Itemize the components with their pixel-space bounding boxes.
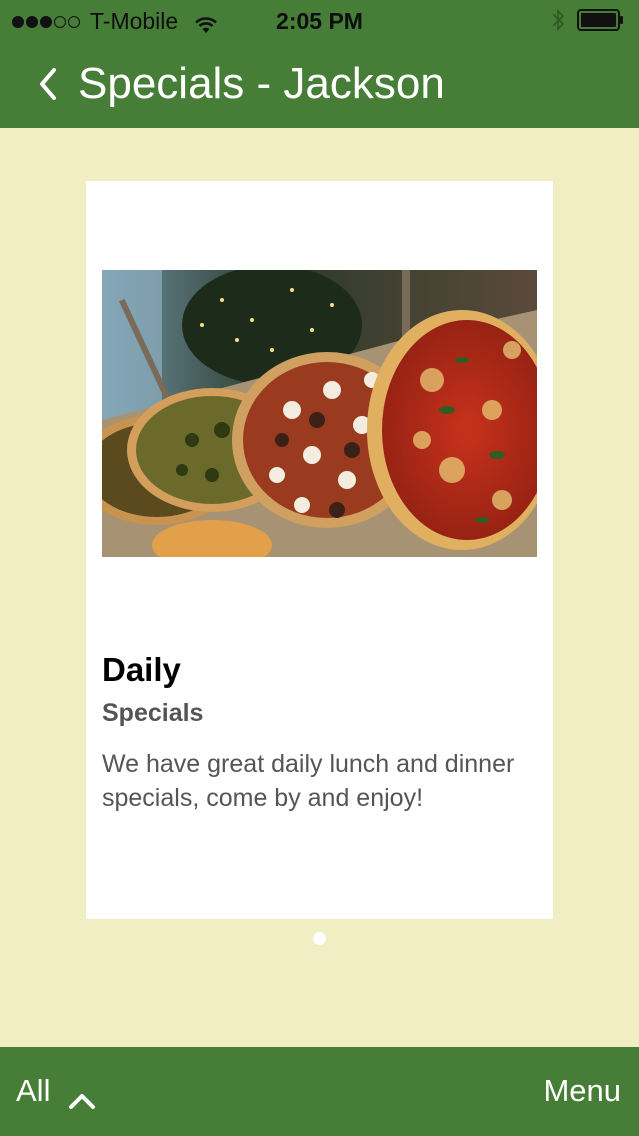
page-title: Specials - Jackson bbox=[78, 59, 445, 108]
status-right bbox=[551, 8, 625, 32]
status-bar: T-Mobile 2:05 PM bbox=[0, 0, 639, 42]
chevron-up-icon bbox=[68, 1082, 96, 1109]
card-title: Daily bbox=[102, 651, 181, 688]
battery-icon bbox=[577, 9, 625, 31]
card-description: We have great daily lunch and dinner spe… bbox=[102, 750, 515, 812]
special-card[interactable]: Daily Specials We have great daily lunch… bbox=[86, 181, 553, 919]
all-button[interactable]: All bbox=[16, 1073, 96, 1109]
chevron-left-icon bbox=[40, 68, 56, 100]
bluetooth-icon bbox=[551, 8, 565, 32]
all-label: All bbox=[16, 1073, 51, 1108]
menu-button[interactable]: Menu bbox=[543, 1073, 621, 1109]
card-subtitle: Specials bbox=[102, 699, 204, 727]
status-time: 2:05 PM bbox=[276, 8, 363, 34]
navigation-bar: Specials - Jackson bbox=[0, 42, 639, 128]
page-indicator-dot[interactable] bbox=[313, 932, 326, 945]
pizza-image bbox=[102, 270, 537, 557]
bottom-toolbar: All Menu bbox=[0, 1047, 639, 1136]
back-button[interactable] bbox=[30, 60, 66, 108]
